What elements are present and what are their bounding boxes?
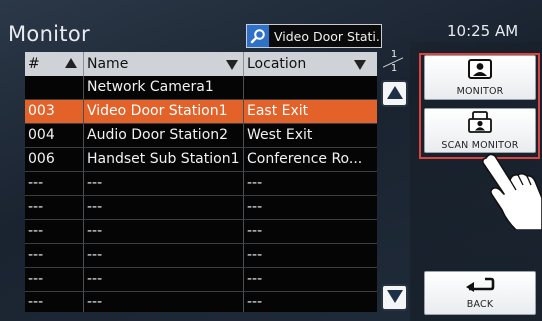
row-name: Network Camera1 — [84, 76, 244, 99]
back-label: BACK — [466, 299, 494, 310]
page-indicator: 1 1 — [380, 49, 408, 74]
row-location: --- — [247, 271, 263, 287]
table-row[interactable]: --- --- --- — [25, 244, 377, 268]
clock: 10:25 AM — [447, 22, 519, 40]
row-location: Conference Ro... — [247, 151, 363, 167]
pointing-hand-icon — [476, 150, 542, 231]
row-location: East Exit — [247, 103, 309, 119]
row-number: --- — [25, 220, 84, 243]
row-name: --- — [84, 220, 244, 243]
column-header-label: Name — [87, 56, 129, 72]
row-location: --- — [247, 294, 263, 310]
sort-ascending-icon — [65, 58, 77, 68]
back-button[interactable]: BACK — [424, 271, 536, 315]
row-number: --- — [25, 172, 84, 195]
row-number — [25, 76, 84, 99]
monitor-button[interactable]: MONITOR — [424, 55, 536, 100]
search-field[interactable]: Video Door Stati... — [246, 24, 382, 48]
search-value: Video Door Stati... — [274, 28, 382, 44]
row-number: --- — [25, 268, 84, 291]
table-row[interactable]: --- --- --- — [25, 196, 377, 220]
row-number: 006 — [25, 148, 84, 171]
row-location: --- — [247, 199, 263, 215]
table-row[interactable]: --- --- --- — [25, 172, 377, 196]
column-header-number[interactable]: # — [25, 52, 84, 76]
table-row[interactable]: Network Camera1 — [25, 76, 377, 100]
row-name: --- — [84, 172, 244, 195]
scan-monitor-button[interactable]: SCAN MONITOR — [424, 108, 536, 153]
column-header-label: Location — [247, 56, 307, 72]
row-name: --- — [84, 292, 244, 312]
row-number: --- — [25, 292, 84, 312]
row-location: --- — [247, 175, 263, 191]
row-name: Audio Door Station2 — [84, 124, 244, 147]
table-row-selected[interactable]: 003 Video Door Station1 East Exit — [25, 100, 377, 124]
scroll-up-button[interactable] — [381, 80, 408, 107]
table-row[interactable]: 006 Handset Sub Station1 Conference Ro..… — [25, 148, 377, 172]
table-row[interactable]: --- --- --- — [25, 220, 377, 244]
person-monitor-icon — [468, 58, 492, 83]
row-number: 003 — [25, 100, 84, 123]
monitor-screen: Monitor Video Door Stati... 10:25 AM # N… — [0, 0, 542, 321]
sort-descending-icon — [226, 60, 238, 70]
row-number: --- — [25, 244, 84, 267]
row-location: --- — [247, 247, 263, 263]
return-arrow-icon — [465, 276, 495, 296]
table-row[interactable]: 004 Audio Door Station2 West Exit — [25, 124, 377, 148]
row-name: --- — [84, 196, 244, 219]
row-name: Handset Sub Station1 — [84, 148, 244, 171]
station-table: # Name Location Network Camera1 003 Vide… — [25, 52, 377, 312]
row-location — [244, 76, 377, 99]
triangle-down-icon — [386, 288, 403, 307]
column-header-location[interactable]: Location — [244, 52, 377, 76]
sort-descending-icon — [354, 60, 366, 70]
scan-monitor-icon — [468, 110, 492, 137]
row-location: --- — [247, 223, 263, 239]
monitor-label: MONITOR — [456, 85, 504, 97]
scan-monitor-label: SCAN MONITOR — [441, 139, 519, 151]
row-name: --- — [84, 268, 244, 291]
row-number: 004 — [25, 124, 84, 147]
triangle-up-icon — [386, 84, 403, 103]
table-header: # Name Location — [25, 52, 377, 76]
column-header-name[interactable]: Name — [84, 52, 244, 76]
row-name: --- — [84, 244, 244, 267]
row-number: --- — [25, 196, 84, 219]
table-row[interactable]: --- --- --- — [25, 268, 377, 292]
magnifier-icon — [247, 25, 269, 47]
column-header-label: # — [28, 56, 40, 72]
page-title: Monitor — [8, 22, 90, 46]
total-pages: 1 — [390, 63, 398, 74]
table-row[interactable]: --- --- --- — [25, 292, 377, 312]
scroll-down-button[interactable] — [381, 284, 408, 311]
row-location: West Exit — [247, 127, 313, 143]
row-name: Video Door Station1 — [84, 100, 244, 123]
